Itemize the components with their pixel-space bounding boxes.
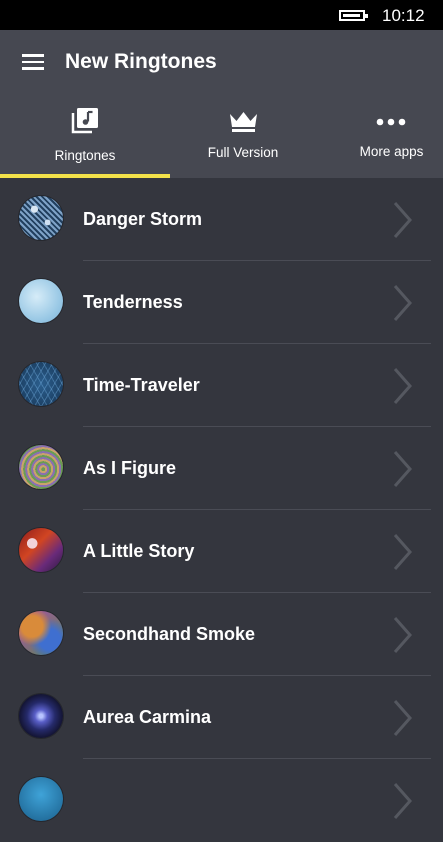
list-item[interactable]: Tenderness	[0, 261, 443, 344]
ringtone-name: A Little Story	[83, 541, 195, 561]
ringtone-name: Aurea Carmina	[83, 707, 212, 727]
list-item[interactable]: Secondhand Smoke	[0, 593, 443, 676]
ringtone-name: Secondhand Smoke	[83, 624, 256, 644]
ringtone-thumbnail	[19, 196, 63, 240]
chevron-right-icon	[393, 534, 413, 570]
ringtone-thumbnail	[19, 279, 63, 323]
ringtone-thumbnail	[19, 611, 63, 655]
chevron-right-icon	[393, 202, 413, 238]
ringtone-thumbnail	[19, 528, 63, 572]
page-title: New Ringtones	[65, 50, 217, 73]
tab-ringtones[interactable]: Ringtones	[0, 102, 170, 178]
crown-icon	[230, 112, 257, 132]
battery-icon	[339, 10, 368, 21]
tab-full-version[interactable]: Full Version	[170, 102, 316, 178]
chevron-right-icon	[393, 368, 413, 404]
status-bar: 10:12	[0, 0, 443, 30]
more-dots-icon	[376, 118, 406, 126]
ringtone-name: Danger Storm	[83, 209, 203, 229]
ringtone-thumbnail	[19, 694, 63, 738]
ringtone-name: Time-Traveler	[83, 375, 200, 395]
chevron-right-icon	[393, 617, 413, 653]
ringtone-thumbnail	[19, 445, 63, 489]
ringtone-thumbnail	[19, 777, 63, 821]
music-library-icon	[71, 108, 98, 134]
chevron-right-icon	[393, 285, 413, 321]
list-item[interactable]: A Little Story	[0, 510, 443, 593]
list-item[interactable]: Time-Traveler	[0, 344, 443, 427]
hamburger-menu-icon[interactable]	[22, 54, 44, 70]
list-item[interactable]: Aurea Carmina	[0, 676, 443, 759]
chevron-right-icon	[393, 700, 413, 736]
ringtone-name: Tenderness	[83, 292, 183, 312]
chevron-right-icon	[393, 783, 413, 819]
tab-more-apps[interactable]: More apps	[340, 102, 443, 178]
list-item[interactable]: Danger Storm	[0, 178, 443, 261]
chevron-right-icon	[393, 451, 413, 487]
status-time: 10:12	[382, 6, 425, 25]
app-header: New Ringtones Ringtones Full Version Mor…	[0, 30, 443, 178]
ringtone-thumbnail	[19, 362, 63, 406]
tab-label-ringtones: Ringtones	[54, 148, 116, 163]
list-item[interactable]	[0, 759, 443, 842]
list-item[interactable]: As I Figure	[0, 427, 443, 510]
ringtone-name: As I Figure	[83, 458, 177, 478]
tab-label-full-version: Full Version	[207, 145, 279, 160]
tab-label-more-apps: More apps	[359, 144, 424, 159]
